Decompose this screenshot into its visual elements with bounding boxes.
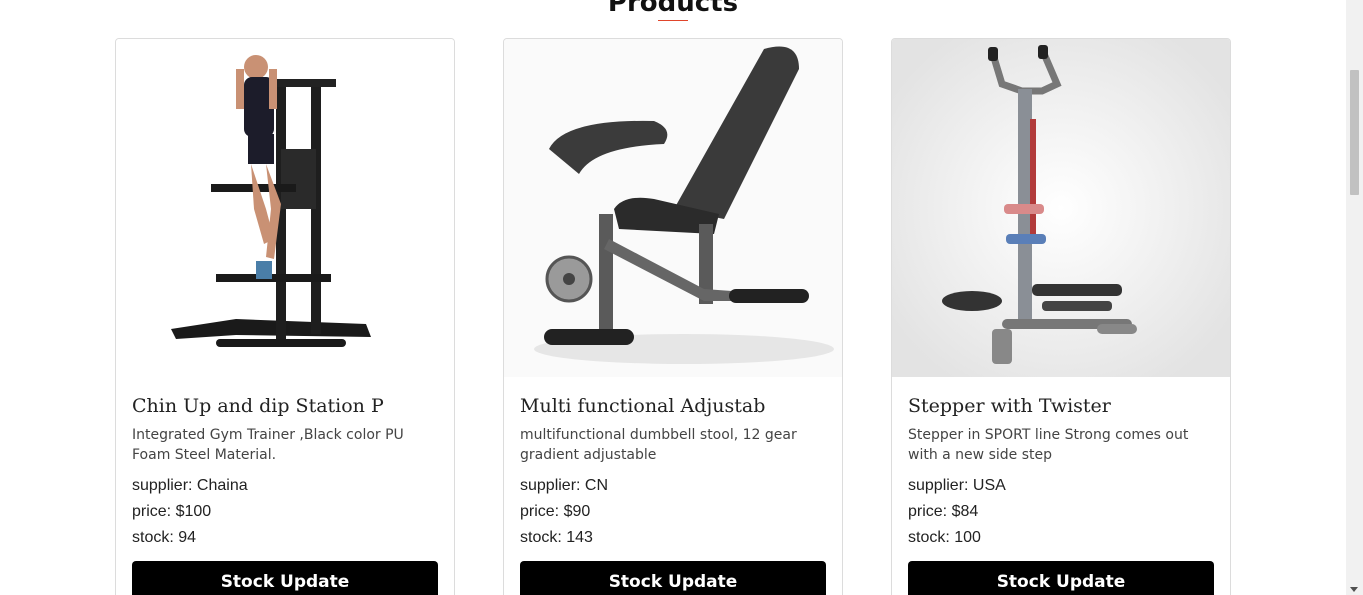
product-supplier: supplier: USA [908, 477, 1006, 494]
product-image [116, 39, 454, 377]
product-description: Stepper in SPORT line Strong comes out w… [908, 427, 1189, 463]
product-stock: stock: 143 [520, 529, 593, 546]
product-description: multifunctional dumbbell stool, 12 gear … [520, 427, 797, 463]
product-stock: stock: 94 [132, 529, 197, 546]
product-price: price: $100 [132, 503, 212, 520]
product-price: price: $84 [908, 503, 979, 520]
stock-update-button[interactable]: Stock Update [132, 561, 438, 595]
scroll-down-arrow-icon[interactable] [1350, 587, 1358, 592]
title-underline [658, 20, 688, 21]
product-name: Multi functional Adjustab [520, 395, 766, 417]
section-title: Products [607, 0, 739, 18]
page-scrollbar[interactable] [1346, 0, 1363, 595]
product-name: Stepper with Twister [908, 395, 1111, 417]
product-supplier: supplier: Chaina [132, 477, 248, 494]
stepper-icon [892, 39, 1230, 377]
stock-update-button[interactable]: Stock Update [908, 561, 1214, 595]
product-card: Chin Up and dip Station P Integrated Gym… [115, 38, 455, 595]
product-card: Multi functional Adjustab multifunctiona… [503, 38, 843, 595]
product-name: Chin Up and dip Station P [132, 395, 384, 417]
stock-update-button[interactable]: Stock Update [520, 561, 826, 595]
product-image [504, 39, 842, 377]
product-image [892, 39, 1230, 377]
product-description: Integrated Gym Trainer ,Black color PU F… [132, 427, 404, 463]
pull-up-station-icon [116, 39, 454, 377]
product-price: price: $90 [520, 503, 591, 520]
adjustable-bench-icon [504, 39, 842, 377]
scrollbar-thumb[interactable] [1350, 70, 1359, 195]
product-supplier: supplier: CN [520, 477, 609, 494]
product-card: Stepper with Twister Stepper in SPORT li… [891, 38, 1231, 595]
product-stock: stock: 100 [908, 529, 981, 546]
